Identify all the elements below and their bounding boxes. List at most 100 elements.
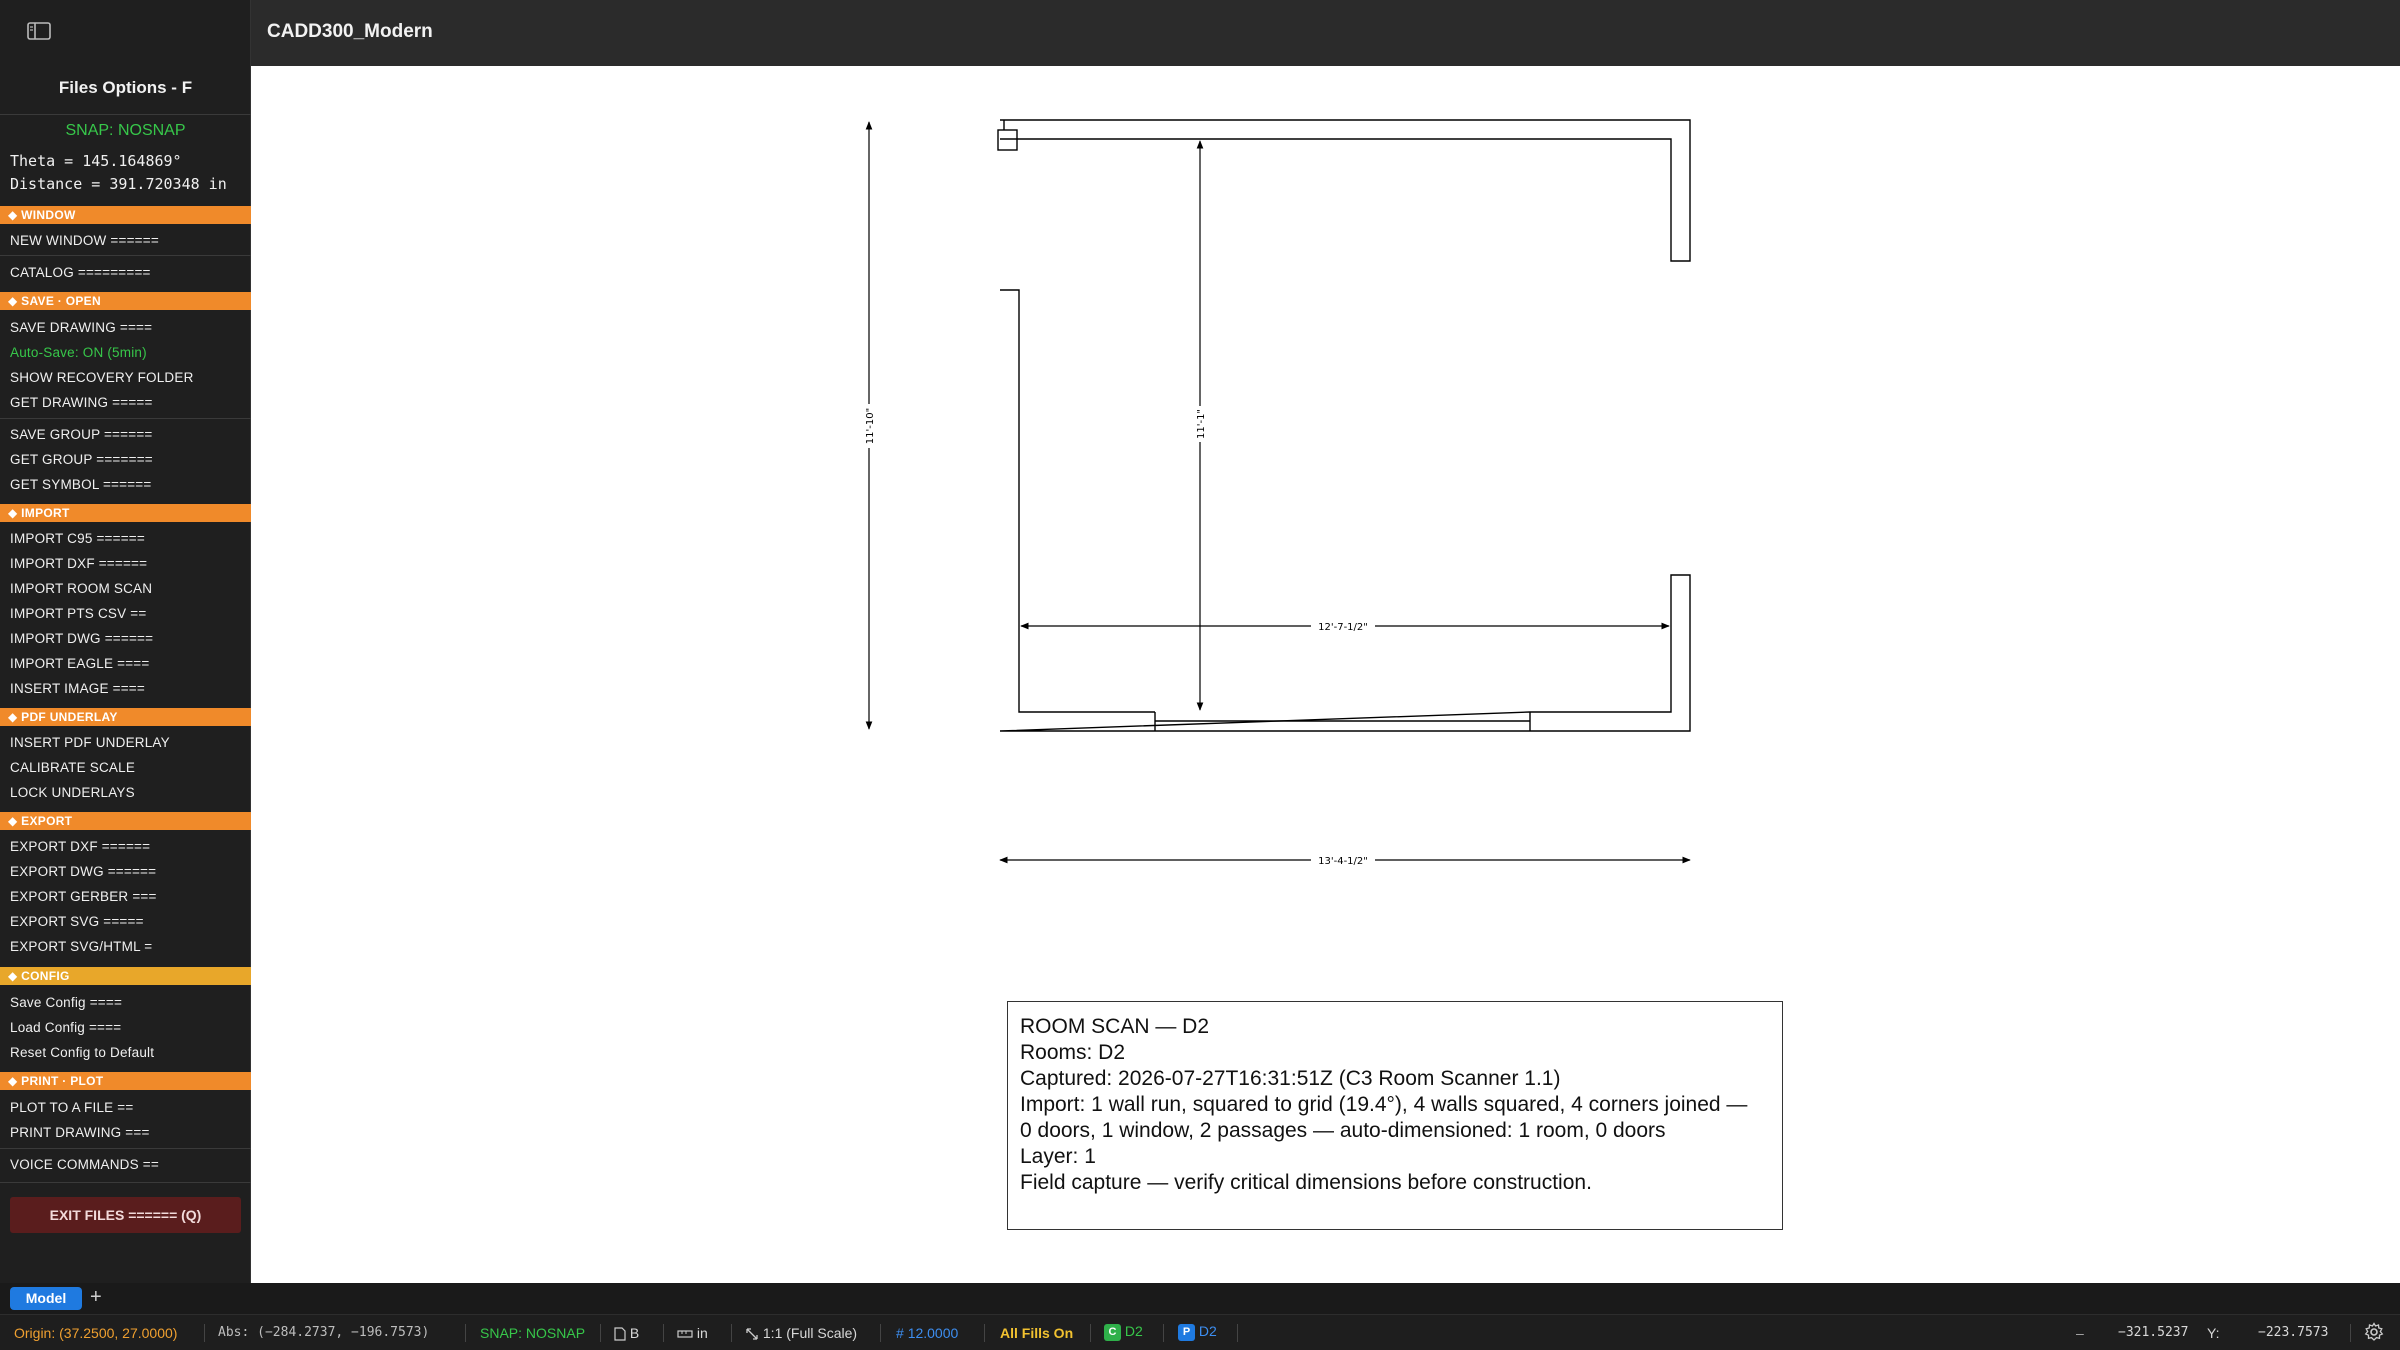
print-layer-label: D2 bbox=[1198, 1323, 1217, 1339]
menu-export-dwg[interactable]: EXPORT DWG ====== bbox=[10, 864, 156, 879]
abs-readout: Abs: (−284.2737, −196.7573) bbox=[218, 1325, 430, 1340]
menu-import-room-scan[interactable]: IMPORT ROOM SCAN bbox=[10, 581, 152, 596]
document-icon bbox=[614, 1327, 626, 1341]
grid-icon: # bbox=[896, 1325, 904, 1341]
separator bbox=[204, 1324, 205, 1342]
room-scan-info-box: ROOM SCAN — D2 Rooms: D2 Captured: 2026-… bbox=[1007, 1001, 1783, 1230]
sidebar-toggle-icon[interactable] bbox=[26, 20, 52, 42]
scale-arrows-icon bbox=[746, 1328, 758, 1340]
x-label: – bbox=[2076, 1325, 2084, 1341]
corner-post bbox=[997, 129, 1018, 151]
grid-value: 12.0000 bbox=[907, 1325, 959, 1341]
dim-bottom-horizontal-label: 13'-4-1/2" bbox=[1318, 856, 1368, 867]
settings-gear-icon[interactable] bbox=[2364, 1322, 2384, 1345]
wall-top-right bbox=[1000, 119, 1691, 262]
menu-plot-to-file[interactable]: PLOT TO A FILE == bbox=[10, 1100, 133, 1115]
separator bbox=[600, 1324, 601, 1342]
divider bbox=[0, 1182, 251, 1183]
info-captured: Captured: 2026-07-27T16:31:51Z (C3 Room … bbox=[1020, 1067, 1561, 1090]
grid-setting[interactable]: # 12.0000 bbox=[896, 1325, 958, 1341]
paper-size[interactable]: B bbox=[614, 1325, 639, 1341]
x-coordinate: −321.5237 bbox=[2118, 1325, 2189, 1340]
menu-print-drawing[interactable]: PRINT DRAWING === bbox=[10, 1125, 150, 1140]
print-layer[interactable]: P D2 bbox=[1178, 1323, 1217, 1341]
dim-inner-vertical-label: 11'-1" bbox=[1196, 409, 1207, 439]
menu-export-gerber[interactable]: EXPORT GERBER === bbox=[10, 889, 157, 904]
title-bar: CADD300_Modern bbox=[251, 0, 2400, 66]
print-layer-badge: P bbox=[1178, 1323, 1195, 1341]
y-label: Y: bbox=[2207, 1325, 2220, 1341]
layout-tabs: Model + bbox=[0, 1283, 2400, 1314]
menu-save-group[interactable]: SAVE GROUP ====== bbox=[10, 427, 152, 442]
tab-model[interactable]: Model bbox=[10, 1287, 82, 1310]
menu-insert-pdf-underlay[interactable]: INSERT PDF UNDERLAY bbox=[10, 735, 170, 750]
ruler-icon bbox=[677, 1330, 693, 1338]
window bbox=[1154, 712, 1531, 731]
current-layer[interactable]: C D2 bbox=[1104, 1323, 1143, 1341]
separator bbox=[731, 1324, 732, 1342]
paper-size-label: B bbox=[629, 1325, 640, 1341]
divider bbox=[0, 418, 251, 419]
current-layer-label: D2 bbox=[1124, 1323, 1143, 1339]
menu-reset-config[interactable]: Reset Config to Default bbox=[10, 1045, 154, 1060]
menu-import-eagle[interactable]: IMPORT EAGLE ==== bbox=[10, 656, 149, 671]
separator bbox=[1090, 1324, 1091, 1342]
menu-load-config[interactable]: Load Config ==== bbox=[10, 1020, 121, 1035]
section-window: ◆ WINDOW bbox=[0, 206, 251, 224]
menu-show-recovery-folder[interactable]: SHOW RECOVERY FOLDER bbox=[10, 370, 194, 385]
dim-inner-horizontal-label: 12'-7-1/2" bbox=[1318, 622, 1368, 633]
distance-readout: Distance = 391.720348 in bbox=[10, 175, 227, 193]
drawing-canvas[interactable]: 11'-10" 11'-1" 12'-7-1/2" 13'-4-1/2" ROO… bbox=[251, 66, 2400, 1283]
separator bbox=[465, 1324, 466, 1342]
menu-lock-underlays[interactable]: LOCK UNDERLAYS bbox=[10, 785, 135, 800]
app-window: Files Options - F SNAP: NOSNAP Theta = 1… bbox=[0, 0, 2400, 1350]
menu-get-drawing[interactable]: GET DRAWING ===== bbox=[10, 395, 153, 410]
divider bbox=[0, 1148, 251, 1149]
menu-save-config[interactable]: Save Config ==== bbox=[10, 995, 122, 1010]
separator bbox=[1237, 1324, 1238, 1342]
theta-readout: Theta = 145.164869° bbox=[10, 152, 182, 170]
menu-export-dxf[interactable]: EXPORT DXF ====== bbox=[10, 839, 150, 854]
separator bbox=[2350, 1324, 2351, 1342]
menu-get-group[interactable]: GET GROUP ======= bbox=[10, 452, 153, 467]
section-save-open: ◆ SAVE · OPEN bbox=[0, 292, 251, 310]
menu-insert-image[interactable]: INSERT IMAGE ==== bbox=[10, 681, 145, 696]
separator bbox=[1163, 1324, 1164, 1342]
divider bbox=[0, 255, 251, 256]
units-selector[interactable]: in bbox=[677, 1325, 708, 1341]
menu-auto-save[interactable]: Auto-Save: ON (5min) bbox=[10, 345, 147, 360]
fills-toggle[interactable]: All Fills On bbox=[1000, 1325, 1073, 1341]
section-print-plot: ◆ PRINT · PLOT bbox=[0, 1072, 251, 1090]
add-tab-button[interactable]: + bbox=[90, 1286, 102, 1309]
snap-status-readout[interactable]: SNAP: NOSNAP bbox=[480, 1325, 585, 1341]
dim-left-vertical-label: 11'-10" bbox=[865, 408, 876, 444]
section-import: ◆ IMPORT bbox=[0, 504, 251, 522]
menu-import-pts-csv[interactable]: IMPORT PTS CSV == bbox=[10, 606, 146, 621]
menu-get-symbol[interactable]: GET SYMBOL ====== bbox=[10, 477, 151, 492]
drawing-title: CADD300_Modern bbox=[267, 21, 433, 42]
menu-import-c95[interactable]: IMPORT C95 ====== bbox=[10, 531, 145, 546]
menu-import-dwg[interactable]: IMPORT DWG ====== bbox=[10, 631, 153, 646]
wall-left bbox=[999, 289, 1691, 732]
menu-catalog[interactable]: CATALOG ========= bbox=[10, 265, 151, 280]
scale-selector[interactable]: 1:1 (Full Scale) bbox=[745, 1325, 857, 1341]
menu-voice-commands[interactable]: VOICE COMMANDS == bbox=[10, 1157, 159, 1172]
exit-files-button[interactable]: EXIT FILES ====== (Q) bbox=[10, 1197, 241, 1233]
menu-import-dxf[interactable]: IMPORT DXF ====== bbox=[10, 556, 147, 571]
menu-export-svg[interactable]: EXPORT SVG ===== bbox=[10, 914, 144, 929]
menu-calibrate-scale[interactable]: CALIBRATE SCALE bbox=[10, 760, 135, 775]
info-import: Import: 1 wall run, squared to grid (19.… bbox=[1020, 1093, 1748, 1116]
panel-title: Files Options - F bbox=[58, 78, 193, 97]
units-label: in bbox=[696, 1325, 708, 1341]
menu-export-svg-html[interactable]: EXPORT SVG/HTML = bbox=[10, 939, 152, 954]
info-import-cont: 0 doors, 1 window, 2 passages — auto-dim… bbox=[1020, 1119, 1666, 1142]
separator bbox=[984, 1324, 985, 1342]
menu-save-drawing[interactable]: SAVE DRAWING ==== bbox=[10, 320, 152, 335]
scale-label: 1:1 (Full Scale) bbox=[762, 1325, 858, 1341]
menu-new-window[interactable]: NEW WINDOW ====== bbox=[10, 233, 159, 248]
current-layer-badge: C bbox=[1104, 1323, 1121, 1341]
info-warning: Field capture — verify critical dimensio… bbox=[1020, 1171, 1592, 1194]
section-config: ◆ CONFIG bbox=[0, 967, 251, 985]
divider bbox=[0, 114, 251, 115]
origin-readout[interactable]: Origin: (37.2500, 27.0000) bbox=[14, 1325, 177, 1341]
